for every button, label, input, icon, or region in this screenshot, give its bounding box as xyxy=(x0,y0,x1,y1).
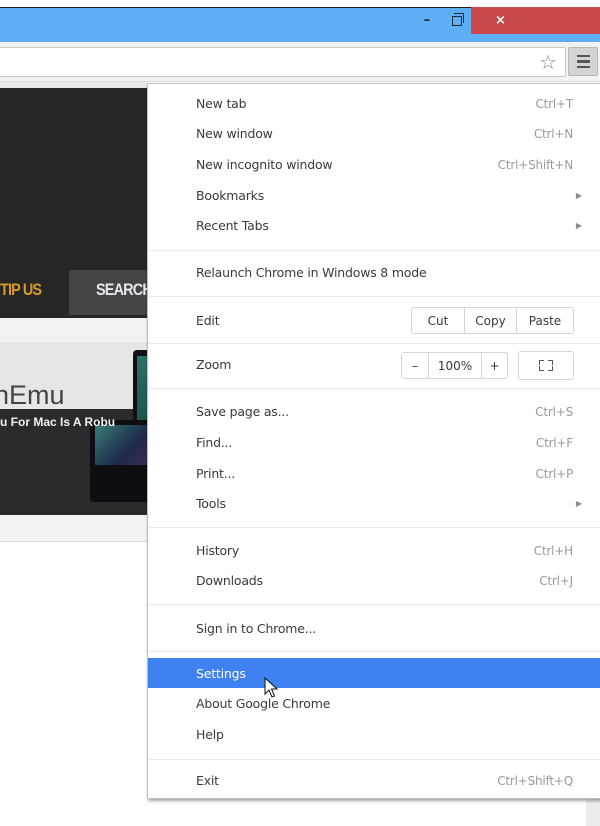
menu-item-history[interactable]: History Ctrl+H xyxy=(148,536,600,565)
menu-item-new-window[interactable]: New window Ctrl+N xyxy=(148,119,600,148)
submenu-arrow-icon: ▶ xyxy=(575,221,582,230)
submenu-arrow-icon: ▶ xyxy=(575,499,582,508)
menu-item-relaunch-windows8[interactable]: Relaunch Chrome in Windows 8 mode xyxy=(148,258,600,287)
menu-item-new-incognito-window[interactable]: New incognito window Ctrl+Shift+N xyxy=(148,150,600,179)
menu-item-print[interactable]: Print... Ctrl+P xyxy=(148,459,600,488)
featured-article[interactable]: nEmu ame Emulator For OS X u For Mac Is … xyxy=(0,342,147,515)
zoom-in-button[interactable]: + xyxy=(482,353,507,378)
cut-button[interactable]: Cut xyxy=(412,308,465,333)
close-button[interactable]: × xyxy=(471,7,600,34)
menu-item-label: Bookmarks xyxy=(196,188,265,203)
menu-separator xyxy=(148,759,600,760)
menu-separator xyxy=(148,527,600,528)
zoom-level-value: 100% xyxy=(429,353,482,378)
menu-item-label: Sign in to Chrome... xyxy=(196,621,317,636)
menu-item-help[interactable]: Help xyxy=(148,720,600,749)
bookmark-star-icon[interactable]: ☆ xyxy=(539,51,557,73)
menu-item-shortcut: Ctrl+N xyxy=(533,126,573,141)
menu-item-about-chrome[interactable]: About Google Chrome xyxy=(148,689,600,718)
restore-icon xyxy=(452,12,464,26)
menu-separator xyxy=(148,250,600,251)
menu-item-bookmarks[interactable]: Bookmarks ▶ xyxy=(148,181,600,210)
menu-separator xyxy=(148,604,600,605)
close-icon: × xyxy=(495,13,506,28)
menu-item-exit[interactable]: Exit Ctrl+Shift+Q xyxy=(148,766,600,795)
menu-item-save-page-as[interactable]: Save page as... Ctrl+S xyxy=(148,397,600,426)
minimize-icon: – xyxy=(423,13,431,28)
screen: – × ☆ TIP US SEARCH nEmu ame Emulator Fo… xyxy=(0,0,600,826)
menu-item-shortcut: Ctrl+H xyxy=(533,543,573,558)
page-content-strip xyxy=(0,515,147,542)
browser-toolbar: ☆ xyxy=(0,42,600,82)
feature-logo-text: nEmu xyxy=(0,380,65,410)
page-sub-strip xyxy=(0,318,147,342)
fullscreen-icon xyxy=(539,366,544,371)
minimize-button[interactable]: – xyxy=(412,7,442,34)
menu-item-shortcut: Ctrl+Shift+N xyxy=(497,157,574,172)
menu-item-shortcut: Ctrl+S xyxy=(535,404,573,419)
address-bar[interactable]: ☆ xyxy=(0,47,566,77)
menu-item-shortcut: Ctrl+Shift+Q xyxy=(497,773,573,788)
mouse-cursor-icon xyxy=(264,677,278,698)
chrome-menu: New tab Ctrl+T New window Ctrl+N New inc… xyxy=(147,83,600,799)
menu-item-shortcut: Ctrl+J xyxy=(539,573,573,588)
menu-item-shortcut: Ctrl+F xyxy=(535,435,573,450)
menu-item-new-tab[interactable]: New tab Ctrl+T xyxy=(148,89,600,118)
menu-item-tools[interactable]: Tools ▶ xyxy=(148,489,600,518)
hamburger-icon-line xyxy=(576,60,590,63)
menu-item-sign-in[interactable]: Sign in to Chrome... xyxy=(148,614,600,643)
submenu-arrow-icon: ▶ xyxy=(575,191,582,200)
nav-tip-us-link[interactable]: TIP US xyxy=(0,280,42,300)
copy-button[interactable]: Copy xyxy=(465,308,517,333)
hamburger-icon-line xyxy=(576,65,590,69)
menu-item-label: About Google Chrome xyxy=(196,696,331,711)
edit-button-group: Cut Copy Paste xyxy=(411,307,574,334)
fullscreen-icon xyxy=(548,360,553,365)
hamburger-icon-line xyxy=(576,54,590,58)
menu-separator xyxy=(148,296,600,297)
feature-headline[interactable]: u For Mac Is A Robu xyxy=(0,415,115,429)
fullscreen-icon xyxy=(539,360,544,365)
menu-item-label: Tools xyxy=(196,496,226,511)
zoom-out-button[interactable]: – xyxy=(402,353,429,378)
menu-item-shortcut: Ctrl+P xyxy=(535,466,574,481)
fullscreen-icon xyxy=(548,366,553,371)
paste-button[interactable]: Paste xyxy=(517,308,573,333)
laptop-image-front xyxy=(90,420,147,502)
menu-item-label: Help xyxy=(196,727,224,742)
menu-item-find[interactable]: Find... Ctrl+F xyxy=(148,428,600,457)
menu-separator xyxy=(148,388,600,389)
fullscreen-button[interactable] xyxy=(518,351,574,380)
menu-item-label: Settings xyxy=(196,665,246,681)
menu-item-label: Relaunch Chrome in Windows 8 mode xyxy=(196,265,427,280)
menu-separator xyxy=(148,343,600,344)
maximize-button[interactable] xyxy=(443,7,471,34)
site-nav: TIP US SEARCH xyxy=(0,266,147,318)
title-bar: – × xyxy=(0,0,600,42)
menu-item-label: Recent Tabs xyxy=(196,218,269,233)
page-scrollbar[interactable] xyxy=(586,798,600,826)
menu-item-recent-tabs[interactable]: Recent Tabs ▶ xyxy=(148,211,600,240)
menu-item-shortcut: Ctrl+T xyxy=(535,96,573,111)
menu-separator xyxy=(148,651,600,652)
zoom-control-group: – 100% + xyxy=(401,352,508,379)
menu-item-downloads[interactable]: Downloads Ctrl+J xyxy=(148,566,600,595)
nav-search-tab[interactable]: SEARCH xyxy=(69,270,147,315)
chrome-menu-button[interactable] xyxy=(568,47,598,76)
nav-search-label: SEARCH xyxy=(96,280,147,299)
menu-item-settings[interactable]: Settings xyxy=(148,658,600,688)
